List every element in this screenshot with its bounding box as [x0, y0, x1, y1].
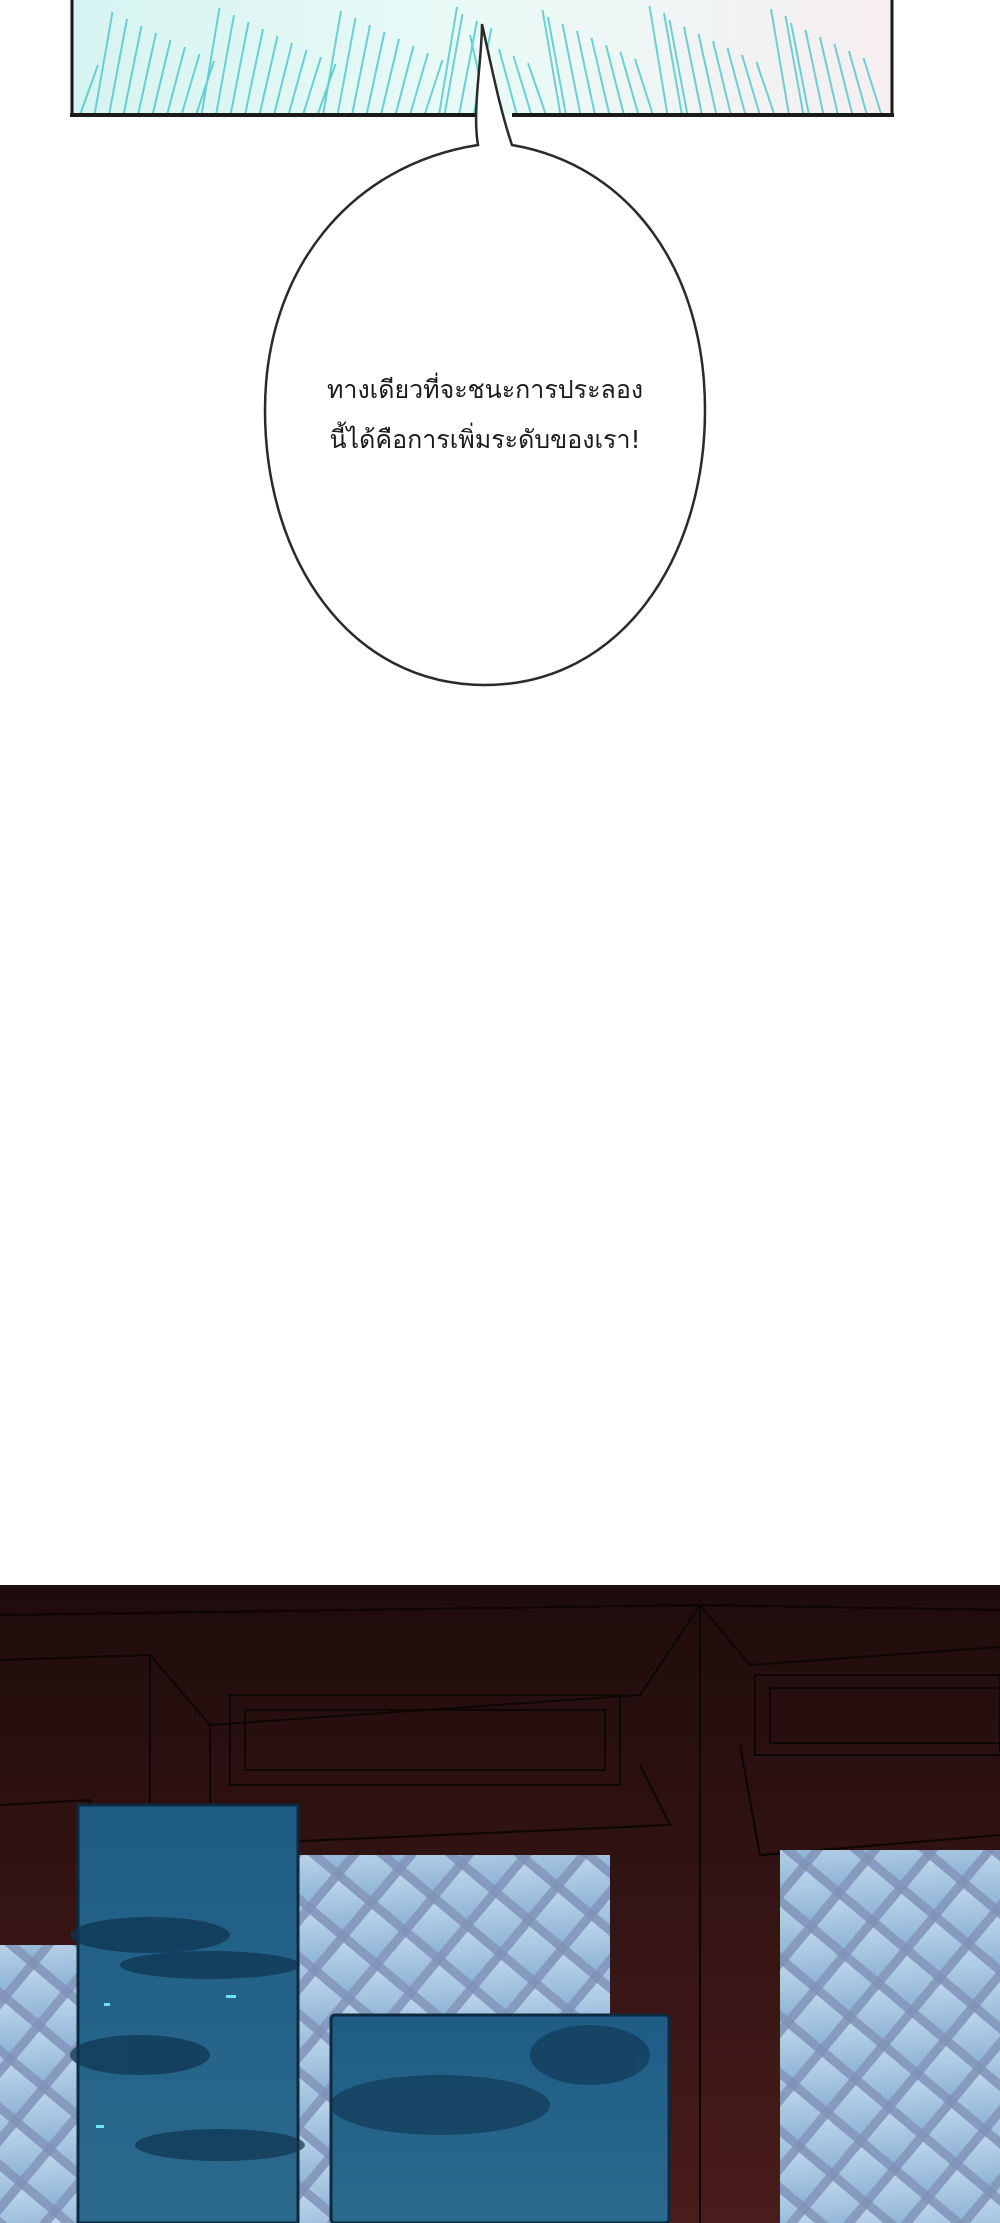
speech-bubble-text: ทางเดียวที่จะชนะการประลอง นี้ได้คือการเพ… [300, 365, 670, 465]
speech-line-1: ทางเดียวที่จะชนะการประลอง [326, 375, 644, 404]
speech-bubble [263, 23, 707, 687]
speech-line-2: นี้ได้คือการเพิ่มระดับของเรา! [329, 425, 641, 454]
comic-page: ทางเดียวที่จะชนะการประลอง นี้ได้คือการเพ… [0, 0, 1000, 2223]
room-interior-panel [0, 1585, 1000, 2223]
